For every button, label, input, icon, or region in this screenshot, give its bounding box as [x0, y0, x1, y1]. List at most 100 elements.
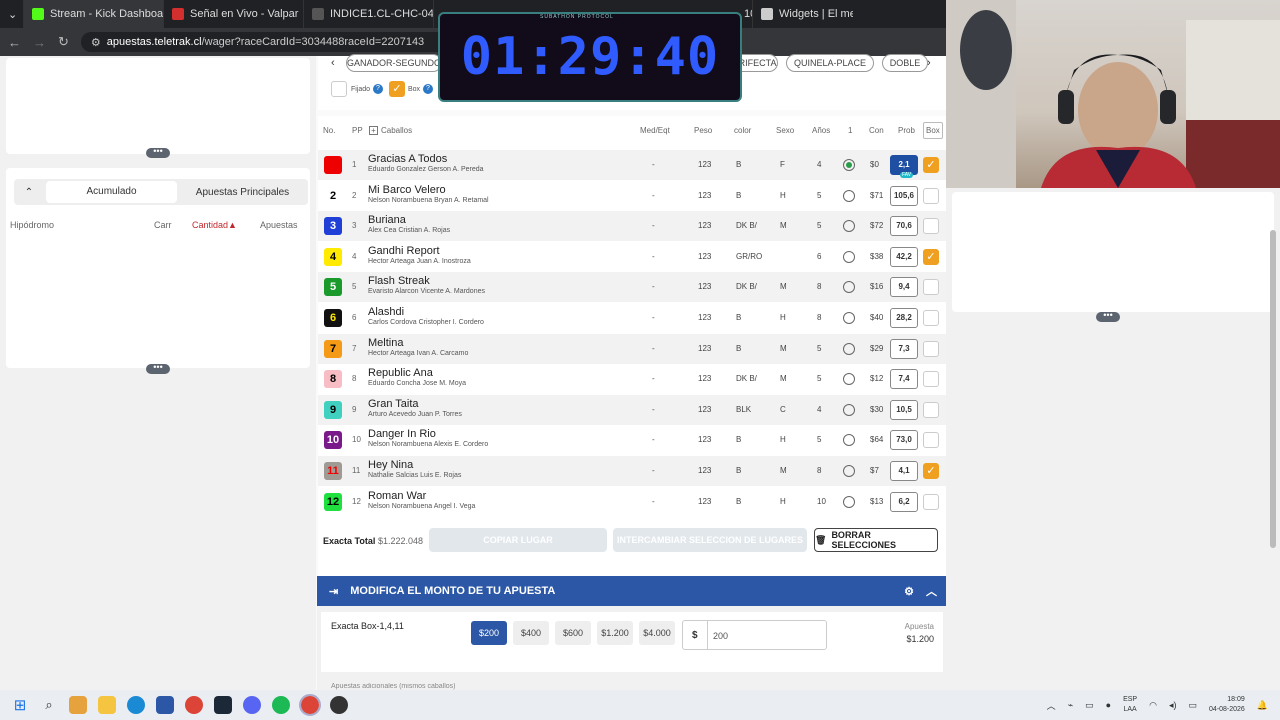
- amount-200-button[interactable]: $200: [471, 621, 507, 645]
- obs-icon[interactable]: [330, 696, 348, 714]
- copilot-icon[interactable]: [69, 696, 87, 714]
- runner-box-checkbox[interactable]: [923, 279, 939, 296]
- volume-icon[interactable]: ◂): [1169, 700, 1177, 711]
- col-cantidad[interactable]: Cantidad▲: [192, 220, 237, 230]
- steam-icon[interactable]: [214, 696, 232, 714]
- runner-radio[interactable]: [843, 250, 855, 263]
- gear-icon[interactable]: ⚙: [904, 585, 914, 598]
- fijado-checkbox[interactable]: [331, 81, 347, 97]
- runner-row[interactable]: 4 4 Gandhi Report Hector Arteaga Juan A. In…: [318, 242, 946, 272]
- browser-tab-1[interactable]: Stream - Kick Dashboard ✕: [24, 0, 164, 28]
- runner-radio[interactable]: [843, 312, 855, 324]
- amount-input[interactable]: $ 200: [682, 620, 827, 650]
- runner-name[interactable]: Roman War: [368, 490, 426, 502]
- amount-400-button[interactable]: $400: [513, 621, 549, 645]
- runner-radio[interactable]: [843, 434, 855, 447]
- header-box[interactable]: Box: [923, 122, 943, 139]
- bettype-trifecta[interactable]: TRIFECTA: [733, 54, 778, 72]
- runner-box-checkbox[interactable]: [923, 432, 939, 449]
- chevron-up-icon[interactable]: ︿: [1047, 699, 1056, 712]
- runner-odds[interactable]: 7,4: [890, 369, 918, 390]
- spotify-icon[interactable]: [272, 696, 290, 714]
- runner-box-checkbox[interactable]: [923, 493, 939, 510]
- runner-odds[interactable]: 4,1: [890, 461, 918, 481]
- browser-tab-5[interactable]: Widgets | El me: [753, 0, 853, 28]
- amount-4000-button[interactable]: $4.000: [639, 621, 675, 645]
- runner-row[interactable]: 10 10 Danger In Rio Nelson Norambuena Alexi…: [318, 425, 946, 455]
- collapse-icon[interactable]: ⌃: [14, 187, 44, 198]
- runner-name[interactable]: Gran Taita: [368, 398, 419, 410]
- runner-box-checkbox[interactable]: [923, 401, 939, 418]
- runner-radio[interactable]: [843, 189, 855, 202]
- runner-row[interactable]: 8 8 Republic Ana Eduardo Concha Jose M. Moy…: [318, 364, 946, 394]
- runner-box-checkbox[interactable]: ✓: [923, 248, 939, 265]
- intercambiar-button[interactable]: INTERCAMBIAR SELECCION DE LUGARES: [613, 528, 807, 552]
- runner-odds[interactable]: 10,5: [890, 399, 918, 420]
- runner-name[interactable]: Alashdi: [368, 306, 404, 318]
- runner-row[interactable]: 6 6 Alashdi Carlos Cordova Cristopher I. Co…: [318, 303, 946, 333]
- bettype-ganador-segundo[interactable]: GANADOR-SEGUNDO: [346, 54, 442, 72]
- runner-row[interactable]: 11 11 Hey Nina Nathalie Salcias Luis E. Roj…: [318, 456, 946, 486]
- tab-acumulado[interactable]: Acumulado: [46, 181, 177, 203]
- runner-box-checkbox[interactable]: [923, 371, 939, 388]
- amount-600-button[interactable]: $600: [555, 621, 591, 645]
- runner-radio[interactable]: [843, 465, 855, 477]
- runner-row[interactable]: 2 2 Mi Barco Velero Nelson Norambuena Bryan…: [318, 181, 946, 211]
- file-explorer-icon[interactable]: [98, 696, 116, 714]
- runner-odds[interactable]: 42,2: [890, 246, 918, 267]
- runner-name[interactable]: Mi Barco Velero: [368, 184, 446, 196]
- tab-search-button[interactable]: ⌄: [0, 0, 24, 28]
- chrome-icon[interactable]: [185, 696, 203, 714]
- runner-box-checkbox[interactable]: ✓: [923, 463, 939, 479]
- reload-icon[interactable]: ↻: [58, 34, 69, 50]
- runner-row[interactable]: 1 1 Gracias A Todos Eduardo Gonzalez Gerson…: [318, 150, 946, 180]
- bettype-doble[interactable]: DOBLE: [882, 54, 928, 72]
- modifica-bar[interactable]: ⇥ MODIFICA EL MONTO DE TU APUESTA ⚙ ︿: [317, 576, 947, 606]
- runner-box-checkbox[interactable]: ✓: [923, 157, 939, 173]
- runner-odds[interactable]: 73,0: [890, 430, 918, 451]
- mic-icon[interactable]: ●: [1106, 700, 1111, 710]
- more-icon[interactable]: •••: [146, 147, 170, 158]
- runner-name[interactable]: Gandhi Report: [368, 245, 440, 257]
- folder-icon[interactable]: ▭: [1085, 700, 1094, 711]
- wifi-icon[interactable]: ◠: [1149, 700, 1157, 711]
- browser-tab-3[interactable]: INDICE1.CL-CHC-04-08.p: [304, 0, 434, 28]
- amount-1200-button[interactable]: $1.200: [597, 621, 633, 645]
- clock[interactable]: 18:09 04-08-2026: [1209, 695, 1245, 715]
- runner-radio[interactable]: [843, 373, 855, 386]
- runner-row[interactable]: 9 9 Gran Taita Arturo Acevedo Juan P. Torre…: [318, 394, 946, 425]
- runner-radio[interactable]: [843, 403, 855, 416]
- runner-name[interactable]: Hey Nina: [368, 459, 413, 471]
- runner-odds[interactable]: 70,6: [890, 216, 918, 237]
- runner-odds[interactable]: 9,4: [890, 277, 918, 298]
- notification-icon[interactable]: 🔔: [1257, 700, 1268, 711]
- runner-radio[interactable]: [843, 342, 855, 355]
- runner-box-checkbox[interactable]: [923, 187, 939, 204]
- runner-name[interactable]: Buriana: [368, 214, 406, 226]
- runner-box-checkbox[interactable]: [923, 218, 939, 235]
- runner-name[interactable]: Danger In Rio: [368, 428, 436, 440]
- more-icon[interactable]: •••: [146, 363, 170, 374]
- back-icon[interactable]: ←: [8, 35, 21, 50]
- runner-radio[interactable]: [843, 281, 855, 294]
- runner-box-checkbox[interactable]: [923, 310, 939, 326]
- apuestas-adicionales[interactable]: Apuestas adicionales (mismos caballos): [331, 683, 456, 690]
- tab-apuestas-principales[interactable]: Apuestas Principales: [177, 187, 308, 198]
- runner-row[interactable]: 5 5 Flash Streak Evaristo Alarcon Vicente A…: [318, 272, 946, 303]
- chevron-right-icon[interactable]: ›: [927, 57, 931, 69]
- discord-icon[interactable]: [243, 696, 261, 714]
- network-icon[interactable]: ⌁: [1068, 700, 1073, 711]
- runner-name[interactable]: Gracias A Todos: [368, 153, 447, 165]
- chevron-up-icon[interactable]: ︿: [926, 583, 937, 599]
- search-icon[interactable]: ⌕: [40, 696, 58, 714]
- runner-row[interactable]: 12 12 Roman War Nelson Norambuena Angel I. …: [318, 487, 946, 517]
- windows-start-icon[interactable]: ⊞: [11, 696, 29, 714]
- chrome-active-icon[interactable]: [299, 694, 321, 716]
- runner-name[interactable]: Meltina: [368, 337, 403, 349]
- runner-odds[interactable]: 105,6: [890, 185, 918, 206]
- store-icon[interactable]: [156, 696, 174, 714]
- scrollbar[interactable]: [1270, 230, 1276, 548]
- runner-box-checkbox[interactable]: [923, 340, 939, 357]
- runner-radio[interactable]: [843, 495, 855, 508]
- bettype-quinela-place[interactable]: QUINELA-PLACE: [786, 54, 874, 72]
